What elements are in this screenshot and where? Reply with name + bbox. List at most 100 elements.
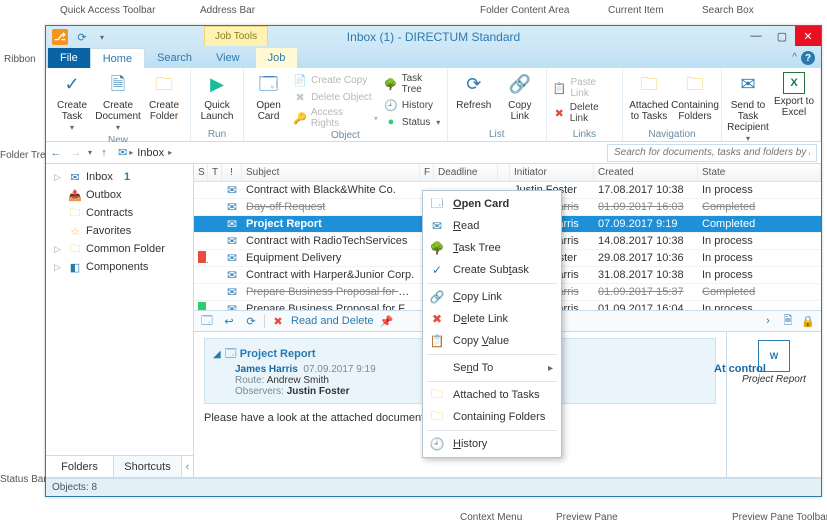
create-task-button[interactable]: ✓Create Task▾ xyxy=(50,70,94,135)
quick-launch-button[interactable]: ▶Quick Launch xyxy=(195,70,239,124)
task-tree-button[interactable]: 🌳Task Tree xyxy=(382,72,443,96)
breadcrumb-root[interactable]: ✉▸ xyxy=(118,146,133,159)
export-excel-button[interactable]: XExport to Excel xyxy=(772,70,816,146)
preview-title: Project Report xyxy=(240,348,316,360)
ribbon-tabs: Job Tools File Home Search View Job ^ ? xyxy=(46,48,821,68)
pv-attach-icon[interactable]: 🗎 xyxy=(779,312,797,330)
callout-folder-content: Folder Content Area xyxy=(480,5,570,16)
ctx-send-to[interactable]: Send To▸ xyxy=(423,357,561,379)
copy-link-button[interactable]: 🔗Copy Link xyxy=(498,70,542,124)
pv-delete-icon[interactable]: ✖ xyxy=(269,312,287,330)
quick-access-toolbar: ⟳ ▾ xyxy=(74,29,110,45)
ctx-open-card[interactable]: 🗔Open Card xyxy=(423,193,561,215)
ribbon: ✓Create Task▾ 🗎Create Document▾ 🗀Create … xyxy=(46,68,821,142)
ctx-copy-link[interactable]: 🔗Copy Link xyxy=(423,286,561,308)
breadcrumb-inbox[interactable]: Inbox▸ xyxy=(137,147,172,159)
callout-tree: Folder Tree xyxy=(0,150,51,161)
attachment-name[interactable]: Project Report xyxy=(731,374,817,385)
send-to-recipient-button[interactable]: ✉Send to Task Recipient▾ xyxy=(726,70,770,146)
tab-view[interactable]: View xyxy=(204,48,252,68)
flag-red-icon xyxy=(198,251,206,263)
tree-tab-shortcuts[interactable]: Shortcuts xyxy=(114,456,181,477)
search-box[interactable] xyxy=(607,144,817,162)
ctx-delete-link[interactable]: ✖Delete Link xyxy=(423,308,561,330)
group-links-label: Links xyxy=(551,129,618,141)
pv-expand-icon[interactable]: › xyxy=(759,312,777,330)
tree-inbox[interactable]: ▷✉Inbox 1 xyxy=(48,168,191,186)
callout-preview: Preview Pane xyxy=(556,512,618,523)
tree-tab-folders[interactable]: Folders xyxy=(46,456,114,477)
status-objects: Objects: 8 xyxy=(52,482,97,493)
nav-forward-icon[interactable]: → xyxy=(66,143,86,163)
context-menu: 🗔Open Card ✉Read 🌳Task Tree ✓Create Subt… xyxy=(422,190,562,458)
titlebar: ⎇ ⟳ ▾ Inbox (1) - DIRECTUM Standard — ▢ … xyxy=(46,26,821,48)
callout-ctxmenu: Context Menu xyxy=(460,512,522,523)
help-icon[interactable]: ? xyxy=(801,51,815,65)
tab-search[interactable]: Search xyxy=(145,48,204,68)
lock-icon[interactable]: 🔒 xyxy=(799,312,817,330)
search-input[interactable] xyxy=(612,146,812,159)
app-icon: ⎇ xyxy=(52,29,68,45)
tab-file[interactable]: File xyxy=(48,48,90,68)
tab-job[interactable]: Job xyxy=(256,48,298,68)
refresh-button[interactable]: ⟳Refresh xyxy=(452,70,496,124)
collapse-ribbon-icon[interactable]: ^ xyxy=(792,52,797,63)
access-rights-button[interactable]: 🔑Access Rights▾ xyxy=(291,106,380,130)
callout-qat: Quick Access Toolbar xyxy=(60,5,155,16)
minimize-button[interactable]: — xyxy=(743,26,769,46)
group-list-label: List xyxy=(452,129,542,141)
callout-search: Search Box xyxy=(702,5,754,16)
contextual-tab-group: Job Tools xyxy=(204,26,268,46)
delete-object-button[interactable]: ✖Delete Object xyxy=(291,89,380,105)
pv-reply-icon[interactable]: ↩ xyxy=(220,312,238,330)
attached-to-tasks-button[interactable]: 🗀Attached to Tasks xyxy=(627,70,671,124)
collapse-arrow-icon[interactable]: ◢ xyxy=(213,349,221,360)
create-folder-button[interactable]: 🗀Create Folder xyxy=(142,70,186,135)
open-card-button[interactable]: 🗔Open Card xyxy=(248,70,289,130)
read-and-delete-button[interactable]: Read and Delete xyxy=(291,315,374,327)
refresh-icon[interactable]: ⟳ xyxy=(74,29,90,45)
qat-dropdown-icon[interactable]: ▾ xyxy=(94,29,110,45)
ctx-create-subtask[interactable]: ✓Create Subtask xyxy=(423,259,561,281)
grid-header[interactable]: S T ! Subject F Deadline Initiator Creat… xyxy=(194,164,821,182)
group-nav-label: Navigation xyxy=(627,129,717,141)
window-title: Inbox (1) - DIRECTUM Standard xyxy=(347,30,520,44)
callout-status: Status Bar xyxy=(0,474,47,485)
close-button[interactable]: ✕ xyxy=(795,26,821,46)
tree-components[interactable]: ▷◧Components xyxy=(48,258,191,276)
ctx-containing-folders[interactable]: 🗀Containing Folders xyxy=(423,406,561,428)
pv-open-card-icon[interactable]: 🗔 xyxy=(198,312,216,330)
pv-refresh-icon[interactable]: ⟳ xyxy=(242,312,260,330)
group-run-label: Run xyxy=(195,129,239,141)
status-bar: Objects: 8 xyxy=(46,478,821,496)
create-copy-button[interactable]: 📄Create Copy xyxy=(291,72,380,88)
preview-attachments: W Project Report xyxy=(727,332,821,477)
tree-outbox[interactable]: 📤Outbox xyxy=(48,186,191,204)
ctx-attached-to-tasks[interactable]: 🗀Attached to Tasks xyxy=(423,384,561,406)
ctx-history[interactable]: 🕘History xyxy=(423,433,561,455)
pv-pin-icon[interactable]: 📌 xyxy=(378,312,396,330)
nav-back-icon[interactable]: ← xyxy=(46,143,66,163)
history-button[interactable]: 🕘History xyxy=(382,97,443,113)
flag-green-icon xyxy=(198,302,206,311)
tree-collapse-icon[interactable]: ‹ xyxy=(181,456,193,477)
nav-up-icon[interactable]: ↑ xyxy=(94,143,114,163)
tree-contracts[interactable]: 🗀Contracts xyxy=(48,204,191,222)
tab-home[interactable]: Home xyxy=(90,48,145,68)
ctx-read[interactable]: ✉Read xyxy=(423,215,561,237)
delete-link-button[interactable]: ✖Delete Link xyxy=(551,101,618,125)
status-button[interactable]: ●Status▾ xyxy=(382,114,443,130)
ctx-task-tree[interactable]: 🌳Task Tree xyxy=(423,237,561,259)
callout-current-item: Current Item xyxy=(608,5,664,16)
maximize-button[interactable]: ▢ xyxy=(769,26,795,46)
containing-folders-button[interactable]: 🗀Containing Folders xyxy=(673,70,717,124)
address-bar: ← → ▾ ↑ ✉▸ Inbox▸ xyxy=(46,142,821,164)
tree-common-folder[interactable]: ▷🗀Common Folder xyxy=(48,240,191,258)
ctx-copy-value[interactable]: 📋Copy Value xyxy=(423,330,561,352)
create-document-button[interactable]: 🗎Create Document▾ xyxy=(96,70,140,135)
preview-status: At control xyxy=(714,363,766,375)
group-object-label: Object xyxy=(248,130,443,142)
paste-link-button[interactable]: 📋Paste Link xyxy=(551,76,618,100)
callout-addr: Address Bar xyxy=(200,5,255,16)
tree-favorites[interactable]: ☆Favorites xyxy=(48,222,191,240)
